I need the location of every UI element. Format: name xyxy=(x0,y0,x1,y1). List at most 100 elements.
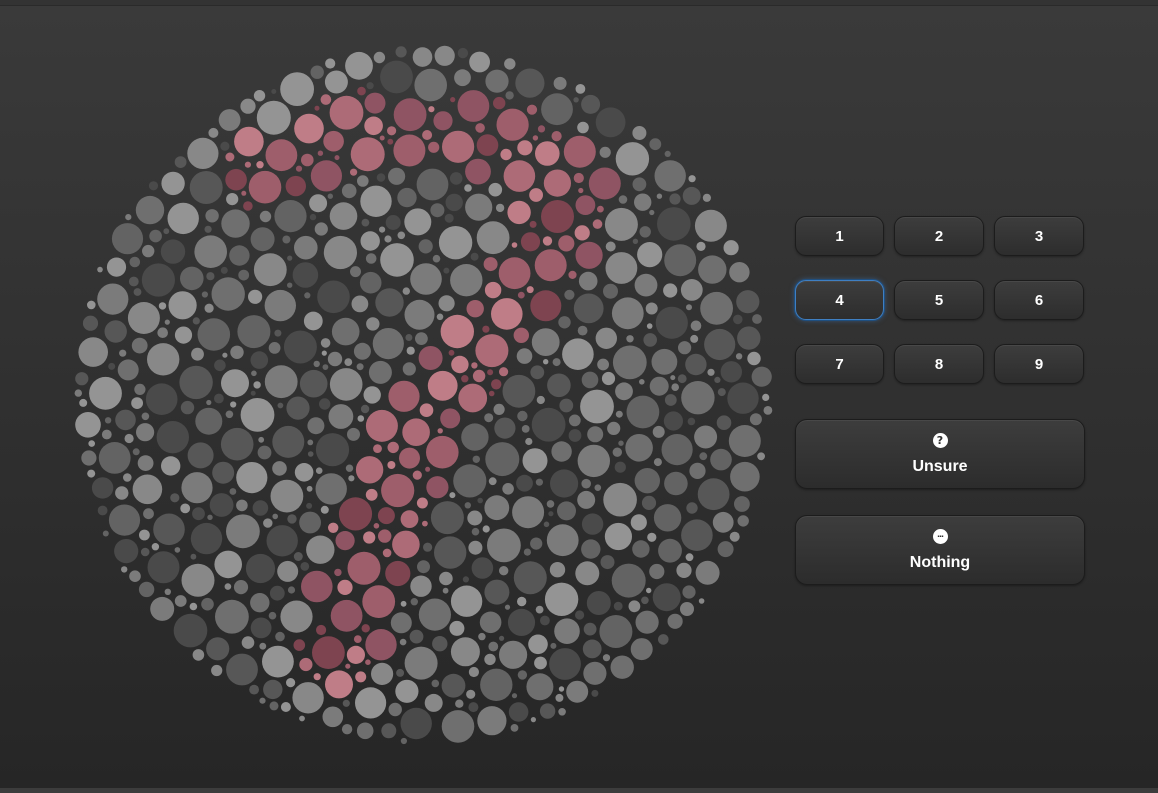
figure-dot xyxy=(457,90,490,122)
figure-dot xyxy=(314,105,320,111)
background-dot xyxy=(328,404,354,429)
background-dot xyxy=(727,382,759,414)
background-dot xyxy=(322,706,344,728)
background-dot xyxy=(136,423,155,442)
background-dot xyxy=(179,365,213,400)
background-dot xyxy=(329,368,363,401)
background-dot xyxy=(550,642,557,649)
background-dot xyxy=(641,596,649,605)
background-dot xyxy=(549,648,581,680)
background-dot xyxy=(751,366,772,387)
nothing-button[interactable]: ··· Nothing xyxy=(795,515,1085,585)
background-dot xyxy=(280,600,313,633)
background-dot xyxy=(521,425,530,433)
background-dot xyxy=(438,226,473,260)
answer-button-1[interactable]: 1 xyxy=(795,216,884,256)
background-dot xyxy=(455,699,464,708)
figure-dot xyxy=(353,635,362,643)
background-dot xyxy=(224,583,232,590)
background-dot xyxy=(307,451,314,457)
figure-dot xyxy=(400,510,419,528)
background-dot xyxy=(277,402,284,409)
background-dot xyxy=(728,425,761,457)
background-dot xyxy=(434,536,467,569)
background-dot xyxy=(238,269,250,281)
figure-dot xyxy=(526,104,538,115)
figure-dot xyxy=(597,205,604,213)
background-dot xyxy=(461,423,489,451)
background-dot xyxy=(292,682,324,714)
background-dot xyxy=(137,455,154,471)
background-dot xyxy=(259,642,267,650)
answer-button-4[interactable]: 4 xyxy=(795,280,884,320)
answer-button-6[interactable]: 6 xyxy=(994,280,1084,320)
figure-dot xyxy=(345,663,351,669)
background-dot xyxy=(292,262,319,288)
background-dot xyxy=(191,347,204,361)
background-dot xyxy=(135,195,165,225)
background-dot xyxy=(630,514,647,531)
answer-button-7[interactable]: 7 xyxy=(795,344,884,384)
background-dot xyxy=(436,313,444,321)
background-dot xyxy=(495,203,505,213)
background-dot xyxy=(252,500,269,516)
answer-button-8[interactable]: 8 xyxy=(894,344,984,384)
background-dot xyxy=(626,335,634,343)
background-dot xyxy=(470,252,479,261)
background-dot xyxy=(632,540,650,558)
figure-dot xyxy=(301,570,333,603)
background-dot xyxy=(734,496,750,512)
background-dot xyxy=(121,566,128,573)
background-dot xyxy=(189,171,223,204)
unsure-label: Unsure xyxy=(912,457,968,475)
background-dot xyxy=(747,351,761,366)
background-dot xyxy=(320,338,331,348)
background-dot xyxy=(101,429,112,440)
background-dot xyxy=(717,388,726,397)
figure-dot xyxy=(330,599,363,632)
background-dot xyxy=(531,328,560,356)
background-dot xyxy=(583,622,597,636)
background-dot xyxy=(410,263,442,295)
background-dot xyxy=(531,407,566,442)
background-dot xyxy=(472,455,480,463)
figure-dot xyxy=(320,94,332,105)
background-dot xyxy=(268,611,277,620)
figure-dot xyxy=(334,155,340,161)
background-dot xyxy=(323,235,357,270)
figure-dot xyxy=(355,671,367,683)
background-dot xyxy=(257,445,272,460)
figure-dot xyxy=(256,161,264,169)
background-dot xyxy=(575,561,600,586)
background-dot xyxy=(236,462,268,494)
figure-dot xyxy=(575,241,603,269)
background-dot xyxy=(174,156,187,168)
figure-dot xyxy=(299,657,313,672)
figure-dot xyxy=(428,106,435,113)
background-dot xyxy=(359,271,382,294)
background-dot xyxy=(280,72,314,106)
background-dot xyxy=(158,302,167,310)
background-dot xyxy=(306,485,313,492)
background-dot xyxy=(687,417,696,426)
figure-dot xyxy=(427,370,458,401)
figure-dot xyxy=(496,108,529,141)
background-dot xyxy=(618,195,628,204)
background-dot xyxy=(204,303,214,313)
figure-dot xyxy=(234,126,264,157)
unsure-button[interactable]: ? Unsure xyxy=(795,419,1085,489)
background-dot xyxy=(516,348,533,364)
background-dot xyxy=(384,235,392,243)
answer-button-5[interactable]: 5 xyxy=(894,280,984,320)
background-dot xyxy=(259,697,266,704)
background-dot xyxy=(89,376,122,410)
figure-dot xyxy=(373,444,382,453)
background-dot xyxy=(694,209,727,242)
answer-button-2[interactable]: 2 xyxy=(894,216,984,256)
background-dot xyxy=(655,306,688,339)
background-dot xyxy=(649,209,655,216)
answer-button-3[interactable]: 3 xyxy=(994,216,1084,256)
figure-dot xyxy=(312,636,345,669)
background-dot xyxy=(654,160,686,192)
answer-button-9[interactable]: 9 xyxy=(994,344,1084,384)
